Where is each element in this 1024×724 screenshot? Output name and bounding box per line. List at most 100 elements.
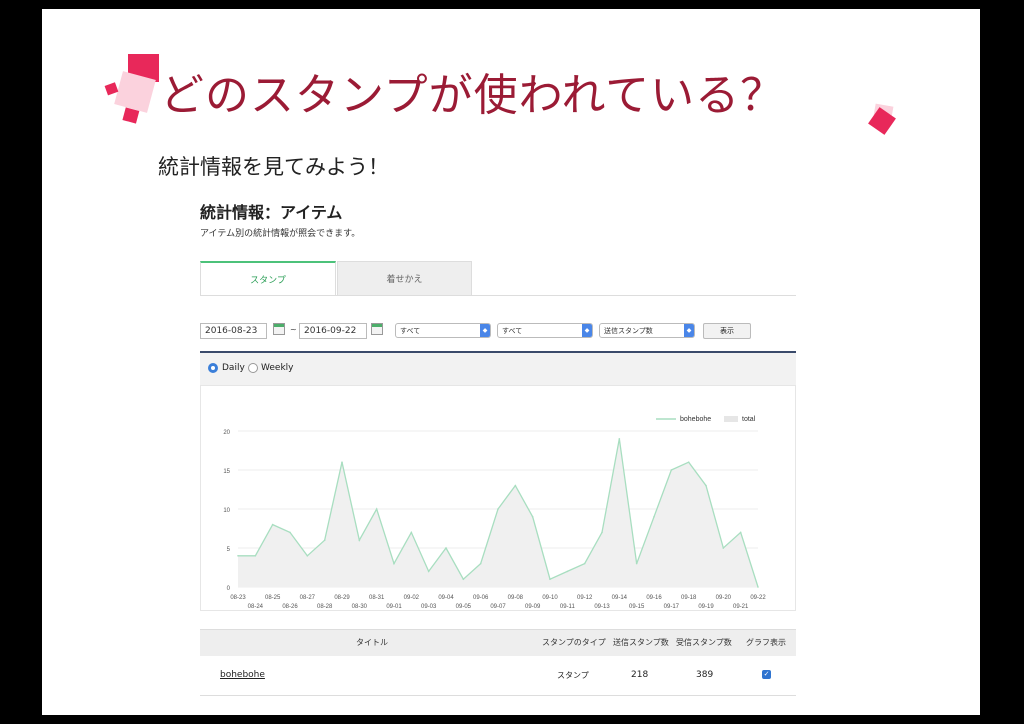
y-tick-label: 20: [223, 430, 230, 436]
column-header-received: 受信スタンプ数: [676, 638, 732, 647]
calendar-icon[interactable]: [273, 323, 285, 335]
daily-label[interactable]: Daily: [222, 363, 245, 373]
x-tick-label: 09-18: [681, 595, 697, 601]
select-value: 送信スタンプ数: [604, 327, 653, 335]
page-title: 統計情報：アイテム: [200, 203, 343, 222]
x-tick-label: 09-21: [733, 604, 749, 610]
chevron-updown-icon: ◆: [684, 324, 694, 337]
x-tick-label: 08-29: [334, 595, 350, 601]
tab-theme[interactable]: 着せかえ: [337, 261, 472, 295]
data-point: [653, 516, 655, 518]
weekly-radio[interactable]: [248, 363, 258, 373]
series-area-total: [238, 438, 758, 587]
end-date-input[interactable]: 2016-09-22: [299, 323, 367, 339]
x-tick-label: 09-01: [386, 604, 402, 610]
tab-divider: [200, 295, 796, 296]
data-point: [289, 531, 291, 534]
slide-title: どのスタンプが使われている？: [160, 70, 786, 121]
filter-select-2[interactable]: すべて ◆: [497, 323, 593, 338]
legend-swatch-total: [724, 416, 738, 422]
data-point: [566, 570, 569, 573]
x-tick-label: 09-03: [421, 604, 437, 610]
row-divider: [200, 695, 796, 696]
data-point: [705, 484, 707, 487]
tab-stamp[interactable]: スタンプ: [200, 261, 336, 295]
data-point: [254, 555, 257, 557]
graph-checkbox[interactable]: ✓: [762, 670, 771, 679]
x-tick-label: 09-14: [612, 595, 628, 601]
data-point: [271, 523, 274, 526]
row-sent-count: 218: [631, 670, 649, 680]
data-point: [237, 555, 239, 557]
data-point: [601, 531, 603, 534]
x-tick-label: 08-28: [317, 604, 333, 610]
x-tick-label: 09-09: [525, 604, 541, 610]
weekly-label[interactable]: Weekly: [261, 363, 293, 373]
data-point: [739, 531, 742, 534]
data-point: [497, 508, 499, 510]
data-point: [479, 562, 482, 565]
legend-label-bohebohe: bohebohe: [680, 416, 711, 423]
data-point: [583, 562, 586, 565]
data-point: [323, 539, 326, 541]
decoration-squares-right: [868, 103, 896, 135]
row-type: スタンプ: [557, 671, 589, 680]
show-button[interactable]: 表示: [703, 323, 751, 339]
y-tick-label: 0: [227, 586, 231, 592]
metric-select[interactable]: 送信スタンプ数 ◆: [599, 323, 695, 338]
table-row: bohebohe: [220, 670, 265, 680]
data-point: [341, 461, 343, 463]
data-point: [757, 586, 759, 588]
x-tick-label: 09-11: [560, 604, 576, 610]
x-tick-label: 09-22: [750, 595, 766, 601]
column-header-graph: グラフ表示: [746, 638, 786, 647]
data-point: [427, 570, 430, 573]
x-tick-label: 09-15: [629, 604, 645, 610]
y-tick-label: 10: [223, 508, 230, 514]
calendar-icon[interactable]: [371, 323, 383, 335]
slide: どのスタンプが使われている？ 統計情報を見てみよう！ 統計情報：アイテム アイテ…: [42, 9, 980, 715]
select-value: すべて: [502, 327, 523, 335]
data-point: [306, 555, 309, 557]
data-point: [531, 516, 534, 518]
data-point: [445, 547, 447, 549]
x-tick-label: 09-08: [508, 595, 524, 601]
data-point: [670, 469, 673, 471]
x-tick-label: 09-04: [438, 595, 454, 601]
x-tick-label: 08-31: [369, 595, 385, 601]
column-header-type: スタンプのタイプ: [542, 638, 606, 647]
data-point: [635, 562, 638, 565]
x-tick-label: 08-30: [352, 604, 368, 610]
x-tick-label: 09-20: [716, 595, 732, 601]
x-tick-label: 09-13: [594, 604, 610, 610]
column-header-title: タイトル: [356, 638, 388, 647]
slide-subtitle: 統計情報を見てみよう！: [158, 155, 389, 179]
date-separator: ~: [290, 325, 297, 334]
x-tick-label: 09-05: [456, 604, 472, 610]
data-point: [410, 531, 413, 534]
data-point: [687, 461, 690, 463]
daily-radio[interactable]: [208, 363, 218, 373]
chevron-updown-icon: ◆: [582, 324, 592, 337]
column-header-sent: 送信スタンプ数: [613, 638, 669, 647]
legend-label-total: total: [742, 416, 756, 423]
filter-select-1[interactable]: すべて ◆: [395, 323, 491, 338]
statistics-screenshot: 統計情報：アイテム アイテム別の統計情報が照会できます。 スタンプ 着せかえ 2…: [200, 199, 796, 704]
x-tick-label: 08-25: [265, 595, 281, 601]
data-point: [514, 484, 517, 487]
x-tick-label: 09-19: [698, 604, 714, 610]
x-tick-label: 09-12: [577, 595, 593, 601]
item-title-link[interactable]: bohebohe: [220, 670, 265, 680]
x-tick-label: 09-17: [664, 604, 680, 610]
data-point: [462, 578, 465, 580]
data-point: [375, 508, 378, 510]
data-point: [549, 578, 551, 580]
x-tick-label: 08-24: [248, 604, 264, 610]
start-date-input[interactable]: 2016-08-23: [200, 323, 267, 339]
x-tick-label: 09-16: [646, 595, 662, 601]
y-tick-label: 15: [223, 469, 230, 475]
data-point: [358, 539, 361, 541]
y-tick-label: 5: [227, 547, 231, 553]
x-tick-label: 09-06: [473, 595, 489, 601]
x-tick-label: 09-02: [404, 595, 420, 601]
